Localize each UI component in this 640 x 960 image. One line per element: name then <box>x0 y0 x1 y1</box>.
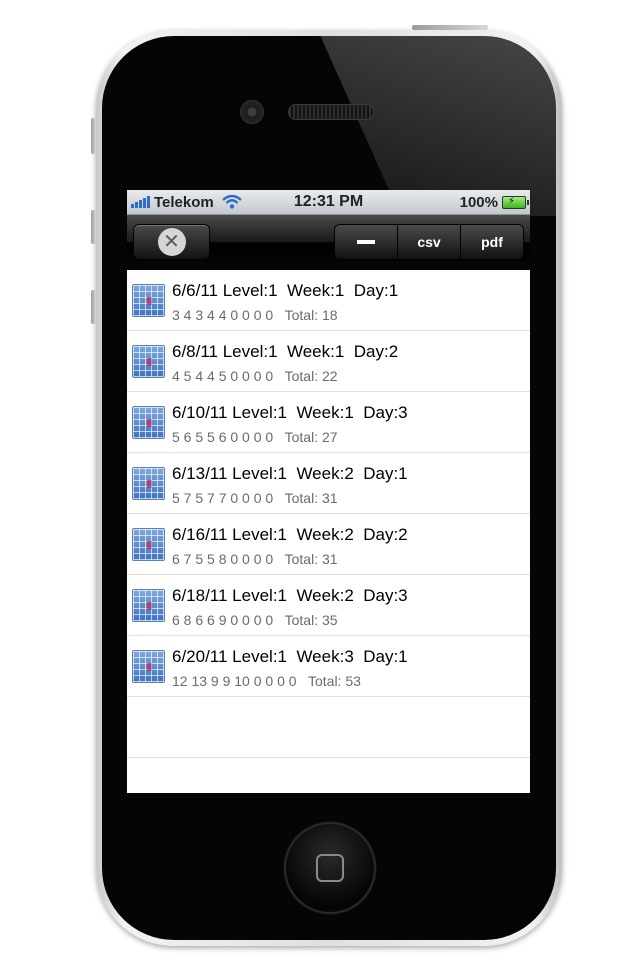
empty-row <box>127 697 530 758</box>
app-screen: Telekom 12:31 PM 100% ⚡ ✕ csv pdf 6/6/11… <box>127 190 530 793</box>
power-button <box>412 25 488 30</box>
row-total: Total: 31 <box>284 490 338 506</box>
row-total: Total: 18 <box>284 307 338 323</box>
row-values: 5 6 5 5 6 0 0 0 0 <box>172 429 274 445</box>
list-item[interactable]: 6/10/11 Level:1 Week:1 Day:3 5 6 5 5 6 0… <box>127 392 530 453</box>
close-button[interactable]: ✕ <box>133 224 210 260</box>
row-subtitle: 5 7 5 7 7 0 0 0 0 Total: 31 <box>172 490 338 506</box>
list-item[interactable]: 6/20/11 Level:1 Week:3 Day:1 12 13 9 9 1… <box>127 636 530 697</box>
minus-button[interactable] <box>335 225 398 259</box>
list-item[interactable]: 6/16/11 Level:1 Week:2 Day:2 6 7 5 5 8 0… <box>127 514 530 575</box>
screen-glare <box>316 36 556 216</box>
mute-switch <box>91 118 96 154</box>
toolbar: ✕ csv pdf <box>127 215 530 270</box>
row-values: 6 7 5 5 8 0 0 0 0 <box>172 551 274 567</box>
csv-button[interactable]: csv <box>398 225 461 259</box>
row-title: 6/16/11 Level:1 Week:2 Day:2 <box>172 525 408 544</box>
export-segmented-control: csv pdf <box>334 224 524 260</box>
list-item[interactable]: 6/18/11 Level:1 Week:2 Day:3 6 8 6 6 9 0… <box>127 575 530 636</box>
volume-down-button <box>91 290 96 324</box>
close-icon: ✕ <box>157 228 186 256</box>
calendar-icon <box>132 467 165 500</box>
list-item[interactable]: 6/13/11 Level:1 Week:2 Day:1 5 7 5 7 7 0… <box>127 453 530 514</box>
battery-indicator: 100% ⚡ <box>459 193 529 211</box>
list-item[interactable]: 6/8/11 Level:1 Week:1 Day:2 4 5 4 4 5 0 … <box>127 331 530 392</box>
row-subtitle: 3 4 3 4 4 0 0 0 0 Total: 18 <box>172 307 338 323</box>
row-subtitle: 4 5 4 4 5 0 0 0 0 Total: 22 <box>172 368 338 384</box>
earpiece-speaker <box>288 104 374 120</box>
status-bar: Telekom 12:31 PM 100% ⚡ <box>127 190 530 215</box>
row-title: 6/8/11 Level:1 Week:1 Day:2 <box>172 342 399 361</box>
front-camera <box>240 100 264 124</box>
row-values: 12 13 9 9 10 0 0 0 0 <box>172 673 297 689</box>
calendar-icon <box>132 345 165 378</box>
row-values: 3 4 3 4 4 0 0 0 0 <box>172 307 274 323</box>
home-button[interactable] <box>284 822 376 914</box>
calendar-icon <box>132 284 165 317</box>
minus-icon <box>357 240 375 244</box>
volume-up-button <box>91 210 96 244</box>
row-subtitle: 12 13 9 9 10 0 0 0 0 Total: 53 <box>172 673 361 689</box>
workout-list: 6/6/11 Level:1 Week:1 Day:1 3 4 3 4 4 0 … <box>127 270 530 758</box>
row-title: 6/13/11 Level:1 Week:2 Day:1 <box>172 464 408 483</box>
row-title: 6/20/11 Level:1 Week:3 Day:1 <box>172 647 408 666</box>
row-total: Total: 22 <box>284 368 338 384</box>
row-title: 6/18/11 Level:1 Week:2 Day:3 <box>172 586 408 605</box>
row-total: Total: 27 <box>284 429 338 445</box>
battery-percent: 100% <box>459 193 498 211</box>
home-square-icon <box>316 854 344 882</box>
row-total: Total: 35 <box>284 612 338 628</box>
row-total: Total: 53 <box>307 673 361 689</box>
calendar-icon <box>132 650 165 683</box>
battery-icon: ⚡ <box>502 195 529 209</box>
row-values: 5 7 5 7 7 0 0 0 0 <box>172 490 274 506</box>
calendar-icon <box>132 406 165 439</box>
row-subtitle: 6 7 5 5 8 0 0 0 0 Total: 31 <box>172 551 338 567</box>
row-total: Total: 31 <box>284 551 338 567</box>
row-values: 6 8 6 6 9 0 0 0 0 <box>172 612 274 628</box>
list-item[interactable]: 6/6/11 Level:1 Week:1 Day:1 3 4 3 4 4 0 … <box>127 270 530 331</box>
pdf-button[interactable]: pdf <box>461 225 523 259</box>
row-subtitle: 5 6 5 5 6 0 0 0 0 Total: 27 <box>172 429 338 445</box>
row-title: 6/6/11 Level:1 Week:1 Day:1 <box>172 281 399 300</box>
row-title: 6/10/11 Level:1 Week:1 Day:3 <box>172 403 408 422</box>
calendar-icon <box>132 528 165 561</box>
row-subtitle: 6 8 6 6 9 0 0 0 0 Total: 35 <box>172 612 338 628</box>
calendar-icon <box>132 589 165 622</box>
row-values: 4 5 4 4 5 0 0 0 0 <box>172 368 274 384</box>
